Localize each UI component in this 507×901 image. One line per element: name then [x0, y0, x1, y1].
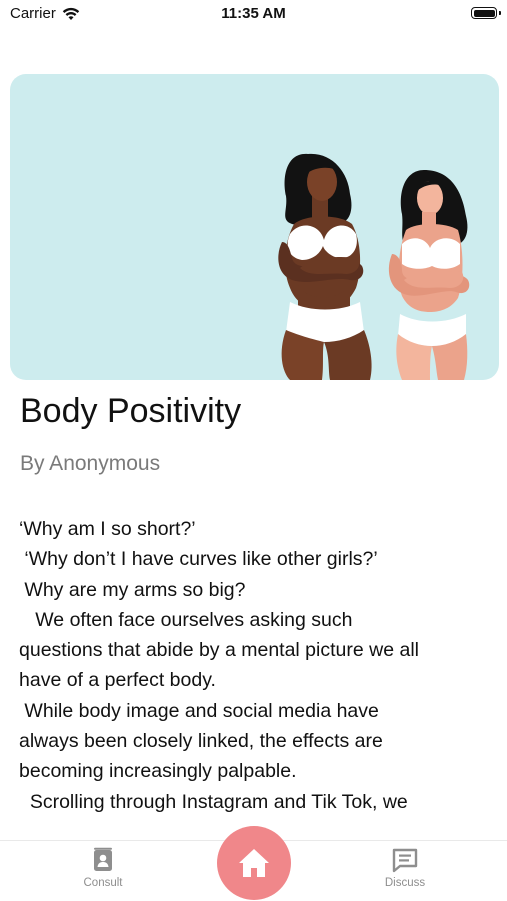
article-line: have of a perfect body.	[19, 669, 216, 692]
article-line: We often face ourselves asking such	[19, 608, 353, 631]
article-line: ‘Why don’t I have curves like other girl…	[19, 548, 378, 571]
article-line: While body image and social media have	[19, 699, 379, 722]
woman-dark-figure	[278, 153, 372, 380]
status-time: 11:35 AM	[221, 5, 286, 22]
two-women-illustration	[278, 153, 470, 380]
article-line: ‘Why am I so short?’	[19, 518, 196, 540]
tab-consult-label: Consult	[83, 877, 123, 889]
hero-image	[10, 74, 499, 380]
tab-discuss[interactable]: Discuss	[365, 847, 445, 889]
article-line: always been closely linked, the effects …	[19, 730, 383, 753]
status-bar: Carrier 11:35 AM	[0, 0, 507, 30]
tab-consult[interactable]: Consult	[63, 847, 143, 889]
article-title: Body Positivity	[20, 392, 242, 430]
contact-book-icon	[94, 847, 112, 871]
article-author: By Anonymous	[20, 452, 161, 475]
chat-bubble-icon	[392, 848, 418, 873]
article-line: Why are my arms so big?	[19, 578, 246, 601]
article-body: ‘Why am I so short?’ ‘Why don’t I have c…	[19, 514, 489, 820]
tab-discuss-label: Discuss	[384, 877, 426, 889]
woman-light-figure	[388, 170, 470, 380]
battery-icon	[471, 7, 501, 19]
article-line: Scrolling through Instagram and Tik Tok,…	[19, 790, 408, 813]
article-line: becoming increasingly palpable.	[19, 760, 297, 783]
home-icon	[239, 849, 269, 877]
article-line: questions that abide by a mental picture…	[19, 639, 419, 662]
home-button[interactable]	[217, 826, 291, 900]
